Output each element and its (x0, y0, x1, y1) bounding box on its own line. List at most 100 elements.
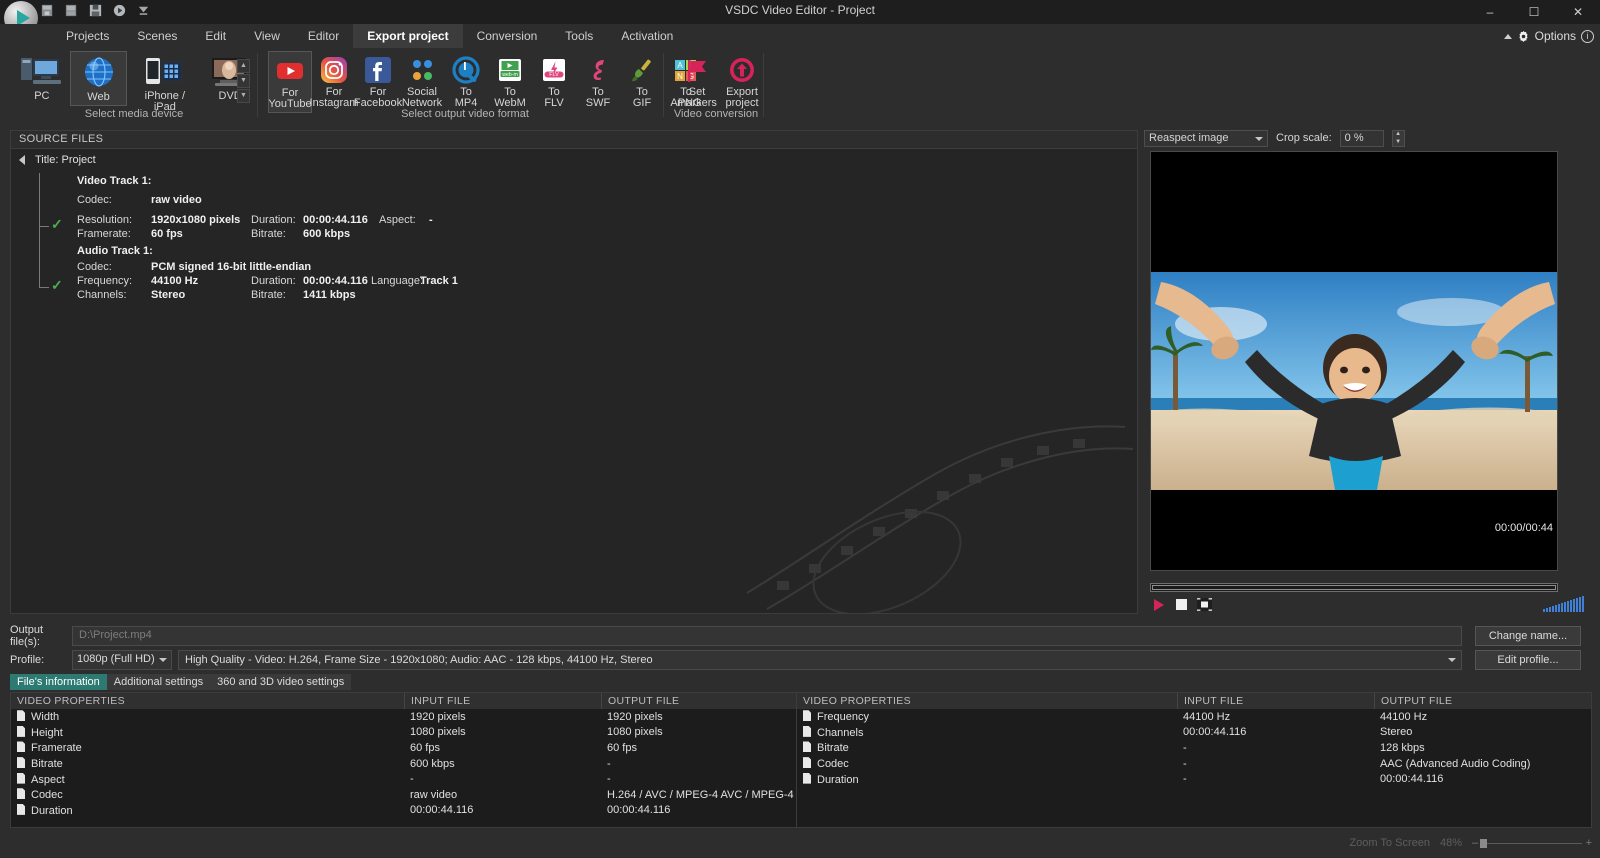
column-header[interactable]: INPUT FILE (1177, 693, 1374, 709)
format-to-mp4-button[interactable]: To MP4 (444, 51, 488, 111)
menu-item-activation[interactable]: Activation (607, 24, 687, 48)
edit-profile-button[interactable]: Edit profile... (1475, 650, 1581, 670)
volume-meter[interactable] (1543, 596, 1584, 612)
table-row[interactable]: Channels 00:00:44.116 Stereo (797, 725, 1591, 741)
format-for-instagram-button[interactable]: For Instagram (310, 51, 358, 111)
tab-360-and-3d-video-settings[interactable]: 360 and 3D video settings (210, 674, 352, 690)
table-row[interactable]: Codec raw video H.264 / AVC / MPEG-4 AVC /… (11, 787, 796, 803)
reaspect-image-select[interactable]: Reaspect image (1144, 129, 1268, 147)
profile-select[interactable]: 1080p (Full HD) (72, 650, 172, 670)
table-row[interactable]: Frequency 44100 Hz 44100 Hz (797, 709, 1591, 725)
zoom-in-button[interactable]: + (1586, 837, 1592, 849)
maximize-button[interactable]: ☐ (1512, 0, 1556, 24)
export-project-button[interactable]: Export project (720, 51, 764, 111)
collapse-ribbon-icon[interactable] (1503, 33, 1512, 39)
snapshot-button[interactable] (1196, 597, 1213, 612)
column-header[interactable]: OUTPUT FILE (1374, 693, 1589, 709)
format-to-flv-button[interactable]: FLV To FLV (532, 51, 576, 111)
preview-seek-bar[interactable] (1150, 583, 1558, 592)
crop-scale-stepper[interactable]: ▲ ▼ (1391, 129, 1405, 147)
stepper-up-icon[interactable]: ▲ (1393, 131, 1404, 139)
table-row[interactable]: Bitrate 600 kbps - (11, 756, 796, 772)
scroll-down-button[interactable]: ▼ (237, 74, 250, 88)
output-file-input[interactable]: D:\Project.mp4 (72, 626, 1462, 646)
properties-tables: VIDEO PROPERTIES INPUT FILE OUTPUT FILE Wi… (10, 692, 1592, 828)
menu-item-conversion[interactable]: Conversion (463, 24, 552, 48)
options-label[interactable]: Options (1535, 29, 1576, 43)
window-controls: – ☐ ✕ (1468, 0, 1600, 24)
property-name-cell: Framerate (11, 741, 404, 754)
media-device-web-button[interactable]: Web (69, 51, 128, 106)
set-markers-button[interactable]: Set markers (674, 51, 720, 111)
zoom-out-button[interactable]: – (1472, 837, 1478, 849)
expand-gallery-button[interactable]: ▼ (237, 89, 250, 103)
media-device-pc-button[interactable]: PC (14, 51, 70, 104)
table-row[interactable]: Duration 00:00:44.116 00:00:44.116 (11, 803, 796, 819)
format-social-network-button[interactable]: Social Network (400, 51, 444, 111)
video-preview-canvas[interactable]: 00:00/00:44 (1150, 151, 1558, 571)
column-header[interactable]: INPUT FILE (404, 693, 601, 709)
audio-track-enabled-check-icon[interactable]: ✓ (51, 277, 63, 294)
video-framerate-label: Framerate: (77, 228, 131, 240)
crop-scale-input[interactable]: 0 % (1339, 129, 1384, 147)
webm-icon: web-m (499, 59, 521, 81)
vsdc-video-editor-window: VSDC Video Editor - Project – ☐ ✕ Projec… (0, 0, 1600, 858)
tab-file-s-information[interactable]: File's information (10, 674, 107, 690)
table-row[interactable]: Height 1080 pixels 1080 pixels (11, 725, 796, 741)
table-row[interactable]: Framerate 60 fps 60 fps (11, 740, 796, 756)
format-for-youtube-button[interactable]: For YouTube (268, 51, 312, 113)
menu-item-projects[interactable]: Projects (52, 24, 123, 48)
format-to-swf-button[interactable]: To SWF (576, 51, 620, 111)
media-device-iphone-ipad-button[interactable]: iPhone / iPad (127, 51, 202, 115)
tab-additional-settings[interactable]: Additional settings (106, 674, 211, 690)
table-row[interactable]: Width 1920 pixels 1920 pixels (11, 709, 796, 725)
close-button[interactable]: ✕ (1556, 0, 1600, 24)
table-row[interactable]: Codec - AAC (Advanced Audio Coding) (797, 756, 1591, 772)
video-track-enabled-check-icon[interactable]: ✓ (51, 216, 63, 233)
format-for-facebook-button[interactable]: For Facebook (354, 51, 402, 111)
column-header[interactable]: VIDEO PROPERTIES (11, 693, 404, 709)
stepper-down-icon[interactable]: ▼ (1393, 138, 1404, 146)
menu-item-scenes[interactable]: Scenes (123, 24, 191, 48)
collapse-triangle-icon[interactable] (19, 155, 25, 165)
column-header[interactable]: OUTPUT FILE (601, 693, 795, 709)
output-file-cell: 1080 pixels (607, 726, 663, 739)
menu-item-editor[interactable]: Editor (294, 24, 353, 48)
profile-select-value: 1080p (Full HD) (77, 653, 155, 665)
change-name-button[interactable]: Change name... (1475, 626, 1581, 646)
table-row[interactable]: Bitrate - 128 kbps (797, 740, 1591, 756)
stop-button[interactable] (1173, 597, 1190, 612)
table-body-right: Frequency 44100 Hz 44100 Hz Channels 00:00:4… (797, 709, 1591, 787)
format-to-gif-button[interactable]: To GIF (620, 51, 664, 111)
format-for-youtube-label: For YouTube (268, 87, 312, 110)
video-aspect-label: Aspect: (379, 214, 416, 226)
zoom-slider[interactable]: – + (1472, 837, 1592, 849)
preview-toolbar: Reaspect image Crop scale: 0 % ▲ ▼ (1144, 128, 1592, 148)
media-device-scroll-controls[interactable]: ▲ ▼ ▼ (237, 59, 250, 103)
menu-item-edit[interactable]: Edit (191, 24, 240, 48)
zoom-to-screen-label[interactable]: Zoom To Screen (1349, 837, 1430, 849)
scroll-up-button[interactable]: ▲ (237, 59, 250, 73)
menu-item-view[interactable]: View (240, 24, 294, 48)
chevron-down-icon[interactable] (159, 658, 167, 662)
gear-icon[interactable] (1517, 30, 1530, 43)
desktop-pc-icon (20, 58, 61, 84)
menu-bar: Projects Scenes Edit View Editor Export proje… (0, 24, 1600, 48)
source-files-project-row[interactable]: Title: Project (11, 151, 1137, 169)
chevron-down-icon[interactable] (1448, 658, 1456, 662)
svg-text:FLV: FLV (549, 72, 559, 78)
table-row[interactable]: Aspect - - (11, 771, 796, 787)
zoom-slider-knob[interactable] (1480, 838, 1487, 848)
chevron-down-icon[interactable] (1255, 136, 1263, 141)
profile-description-select[interactable]: High Quality - Video: H.264, Frame Size … (178, 650, 1462, 670)
table-row[interactable]: Duration - 00:00:44.116 (797, 771, 1591, 787)
format-to-webm-button[interactable]: web-m To WebM (488, 51, 532, 111)
flv-icon: FLV (543, 59, 565, 81)
social-network-icon (413, 60, 432, 80)
info-icon[interactable]: i (1581, 29, 1594, 43)
menu-item-export-project[interactable]: Export project (353, 24, 463, 48)
minimize-button[interactable]: – (1468, 0, 1512, 24)
play-button[interactable] (1150, 597, 1167, 612)
column-header[interactable]: VIDEO PROPERTIES (797, 693, 1177, 709)
menu-item-tools[interactable]: Tools (551, 24, 607, 48)
